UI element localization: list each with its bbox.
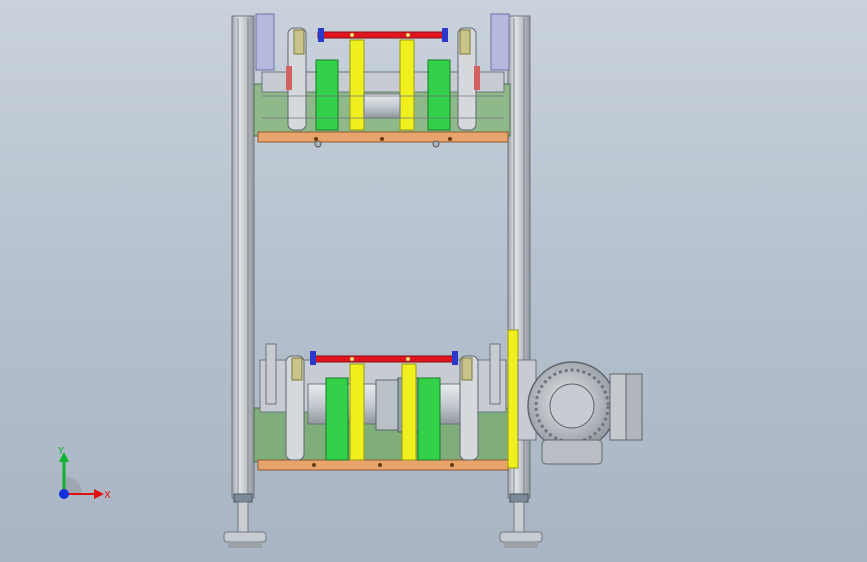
coordinate-triad-icon[interactable]: Y X bbox=[48, 440, 118, 510]
lower-green-block-left bbox=[325, 377, 349, 461]
upper-green-block-right bbox=[427, 59, 451, 131]
lower-left-blue-clamp bbox=[310, 351, 316, 365]
lower-yellow-support-right bbox=[401, 363, 417, 461]
cad-viewport[interactable] bbox=[0, 0, 867, 562]
upper-green-block-left bbox=[315, 59, 339, 131]
lower-roller-assembly[interactable] bbox=[253, 343, 511, 471]
z-axis-dot bbox=[59, 489, 69, 499]
x-axis-label: X bbox=[104, 490, 111, 501]
lower-red-rod bbox=[313, 355, 455, 363]
drive-mount-plate-yellow bbox=[507, 329, 519, 469]
left-upright-profile bbox=[231, 15, 255, 499]
lower-green-block-right bbox=[417, 377, 441, 461]
upper-red-rod bbox=[317, 31, 447, 39]
lower-right-blue-clamp bbox=[452, 351, 458, 365]
upper-yellow-support-left bbox=[349, 39, 365, 131]
upper-roller-assembly[interactable] bbox=[253, 27, 511, 148]
upper-left-blue-clamp bbox=[318, 28, 324, 42]
upper-yellow-support-right bbox=[399, 39, 415, 131]
lower-orange-plate bbox=[257, 459, 509, 471]
upper-right-blue-clamp bbox=[442, 28, 448, 42]
levelling-feet bbox=[223, 493, 543, 548]
y-axis-label: Y bbox=[57, 446, 65, 457]
lower-yellow-support-left bbox=[349, 363, 365, 461]
